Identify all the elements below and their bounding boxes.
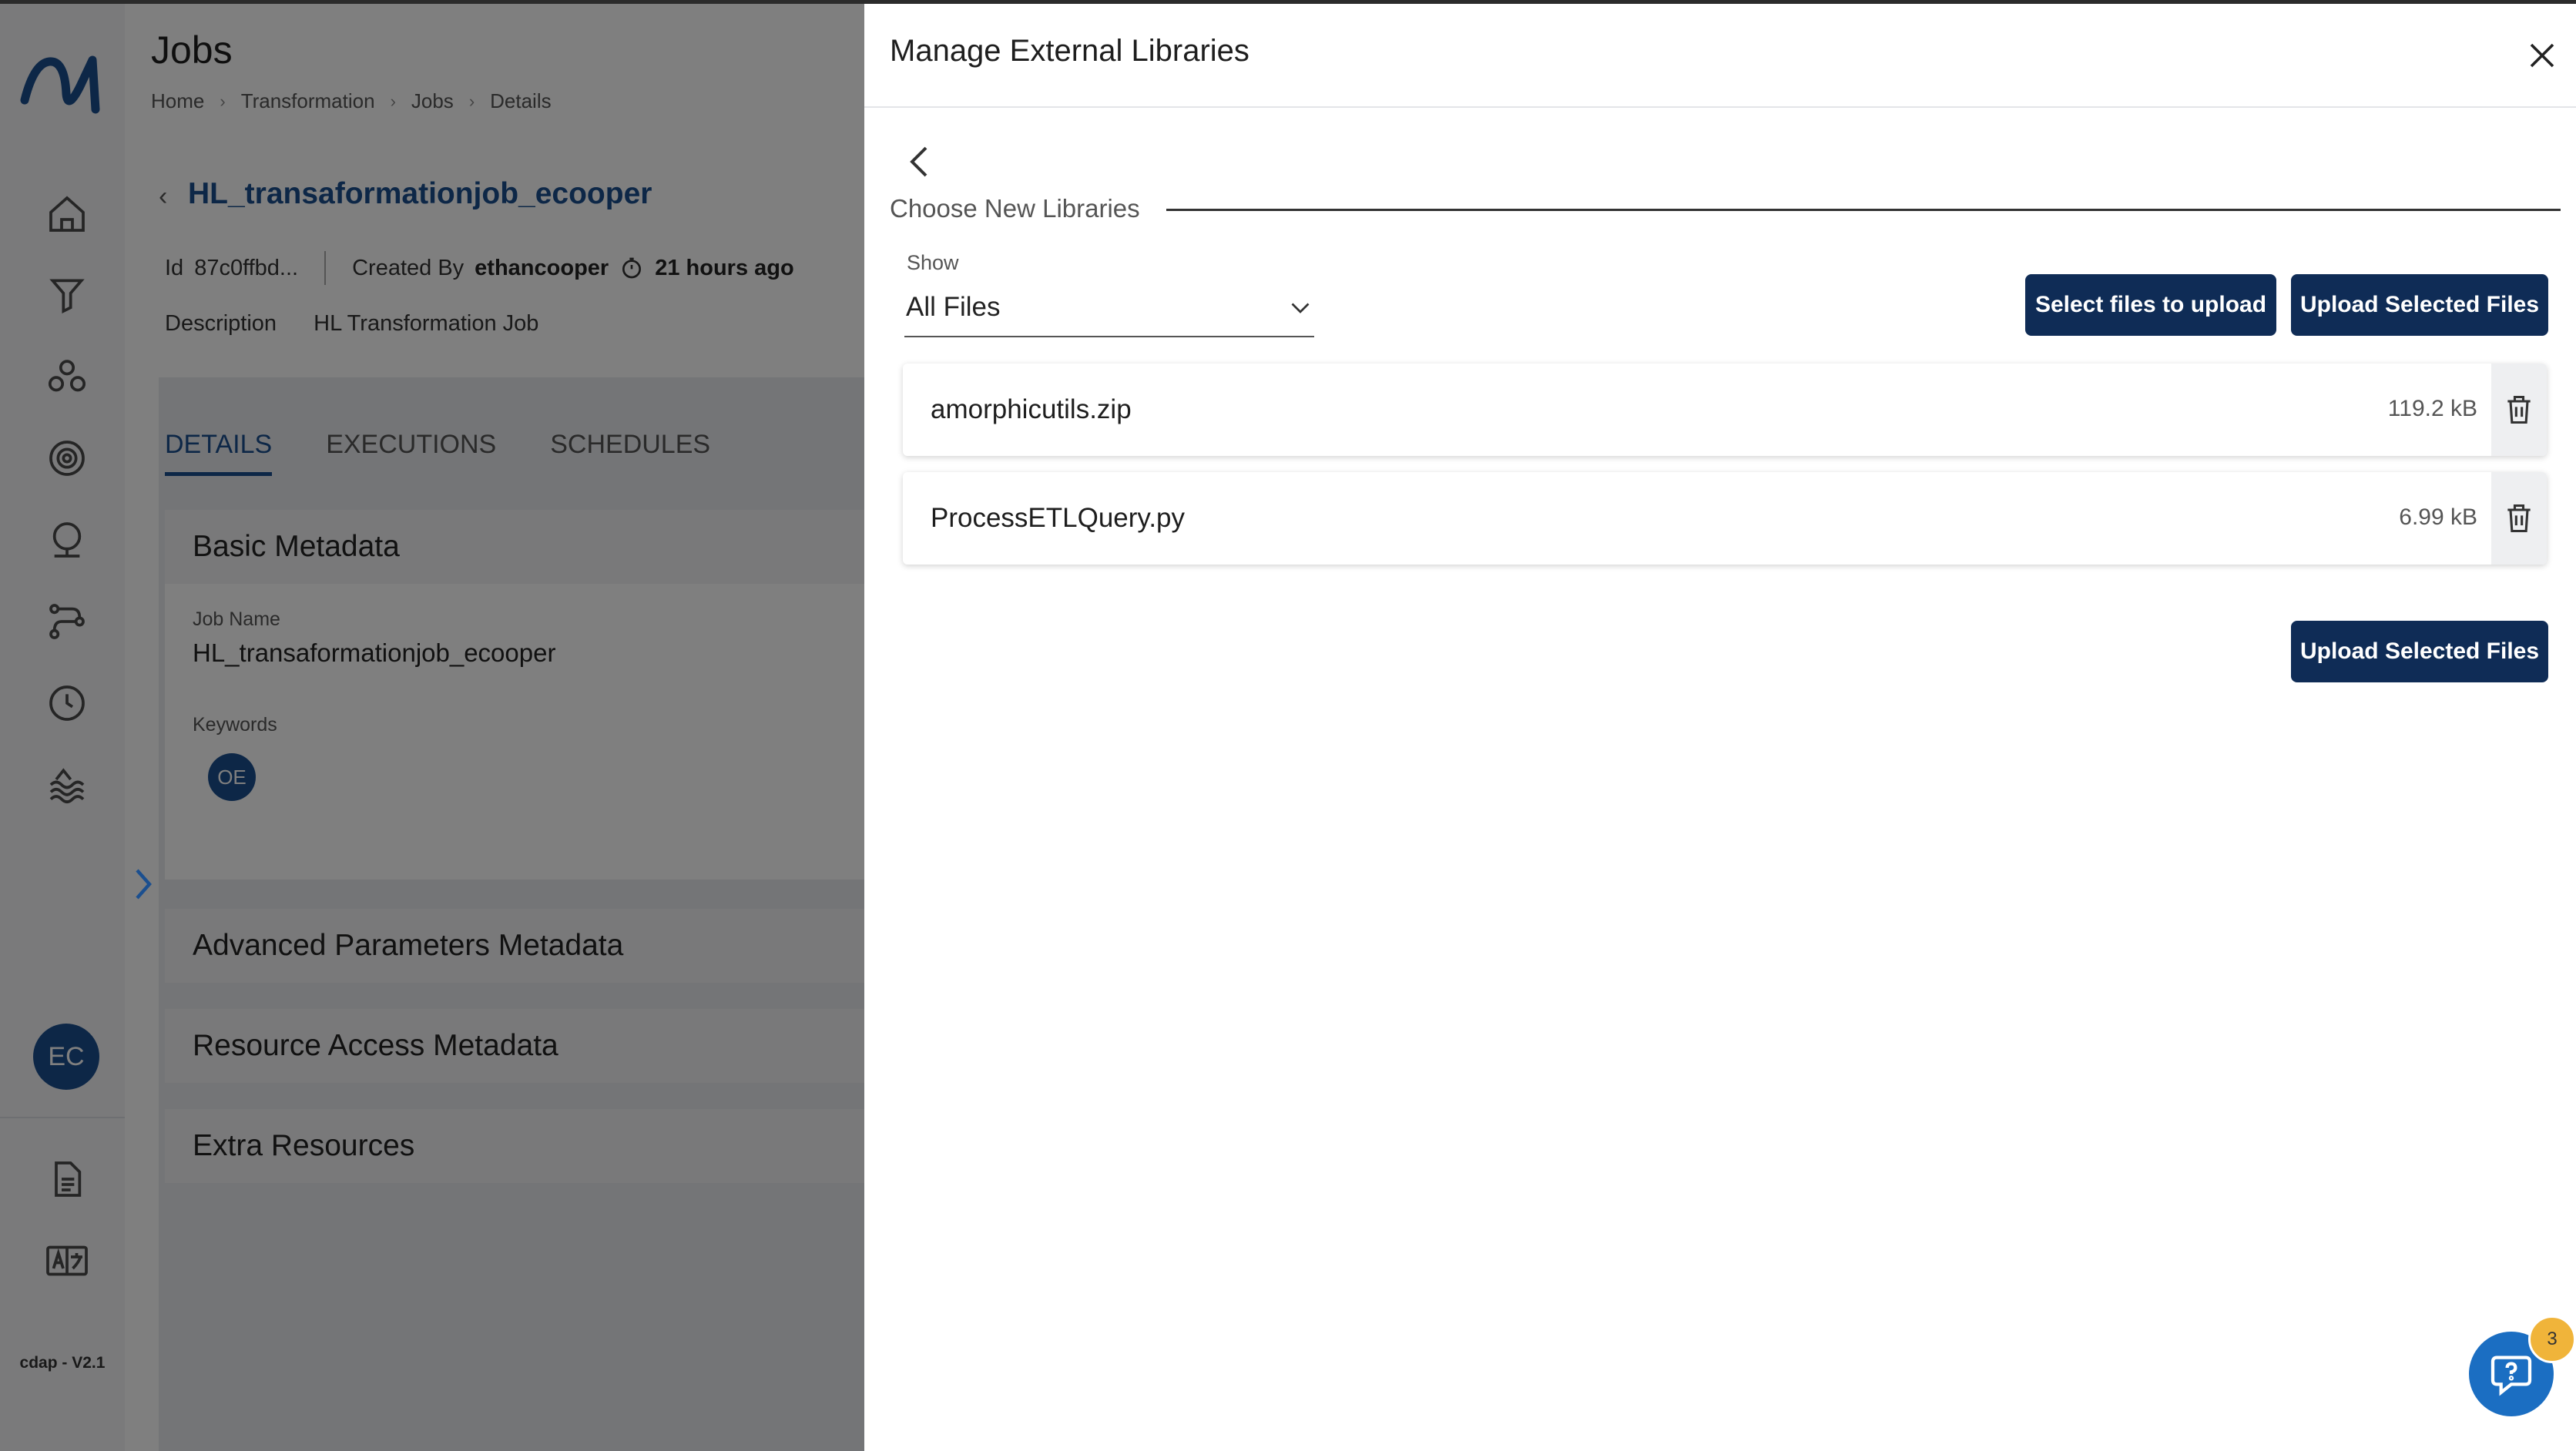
show-filter-value: All Files [906,292,1001,322]
file-name: ProcessETLQuery.py [931,503,1186,533]
chevron-down-icon [1291,303,1310,313]
upload-selected-files-button[interactable]: Upload Selected Files [2291,274,2548,336]
notification-badge: 3 [2528,1315,2576,1363]
file-name: amorphicutils.zip [931,394,1132,424]
file-row: amorphicutils.zip 119.2 kB [903,364,2547,456]
file-row: ProcessETLQuery.py 6.99 kB [903,472,2547,565]
expand-chevron-icon[interactable] [128,866,159,903]
upload-selected-files-bottom-button[interactable]: Upload Selected Files [2291,621,2548,682]
show-filter-select[interactable]: All Files [904,279,1314,337]
close-icon[interactable] [2524,37,2561,74]
section-divider [1166,209,2561,211]
file-size: 119.2 kB [2387,396,2477,421]
section-label: Choose New Libraries [890,194,1152,223]
header-divider [864,106,2576,108]
file-size: 6.99 kB [2399,504,2477,530]
back-icon[interactable] [903,142,937,182]
select-files-button[interactable]: Select files to upload [2025,274,2276,336]
drawer-title: Manage External Libraries [890,34,1249,68]
trash-icon[interactable] [2491,472,2547,565]
help-icon [2490,1355,2532,1396]
show-label: Show [907,251,959,274]
trash-icon[interactable] [2491,364,2547,456]
modal-backdrop[interactable] [0,0,864,1451]
